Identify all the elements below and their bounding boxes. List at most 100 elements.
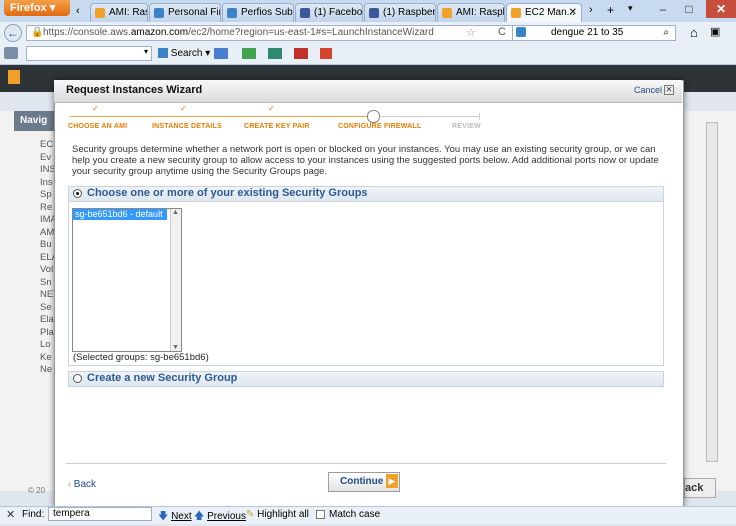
chevron-left-icon: ‹ [68,479,71,489]
highlighter-icon: ✎ [246,509,255,520]
search-engine-icon [158,48,168,59]
toolbar-addon-green-icon[interactable] [242,48,256,59]
tab-ami-raspb-2[interactable]: AMI: Raspb... [437,3,505,22]
bookmark-star-icon[interactable]: ☆ [466,26,476,39]
security-group-listbox[interactable] [72,208,182,352]
arrow-right-icon[interactable]: ▶ [386,474,398,488]
security-group-option[interactable]: sg-be651bd6 - default [73,209,167,220]
chevron-down-icon: ▾ [143,47,148,56]
toolbar-addon-red-icon[interactable] [294,48,308,59]
reload-icon[interactable]: C [498,26,506,38]
scroll-up-icon[interactable]: ▲ [172,209,179,216]
wizard-title: Request Instances Wizard [66,84,203,96]
back-label: Back [73,479,97,490]
find-previous-button[interactable]: 🡅 Previous [194,509,246,526]
tab-label: AMI: Raspb... [456,7,504,18]
facebook-icon [369,8,379,18]
url-bar[interactable]: 🔒 https://console.aws.amazon.com/ec2/home… [26,25,516,41]
minimize-icon[interactable]: – [650,0,676,18]
navigation-heading: Navig [14,111,56,131]
find-input[interactable]: tempera [48,507,152,521]
existing-groups-radio[interactable] [73,189,82,198]
aws-favicon-icon [95,8,105,18]
tab-label: Perfios Subs... [241,7,293,18]
site-favicon-icon [227,8,237,18]
tab-raspberry-facebook[interactable]: (1) Raspberr... [364,3,436,22]
tab-label: (1) Raspberr... [383,7,436,18]
continue-label: Continue [340,476,384,487]
firefox-menu-label: Firefox [10,2,47,14]
step-choose-ami: CHOOSE AN AMI [68,123,128,130]
close-icon[interactable]: ✕ [664,85,674,95]
magnifier-icon[interactable]: ⌕ [663,26,669,40]
arrow-up-icon: 🡅 [194,511,205,522]
aws-favicon-icon [511,8,521,18]
match-case-label[interactable]: Match case [329,509,380,520]
new-group-label[interactable]: Create a new Security Group [87,372,237,384]
security-groups-intro: Security groups determine whether a netw… [72,144,659,177]
search-text: dengue 21 to 35 [551,27,624,38]
arrow-down-icon: 🡇 [158,511,169,522]
back-arrow-icon[interactable]: ← [4,24,22,42]
tab-label: (1) Facebook [314,7,363,18]
cancel-button[interactable]: Cancel [634,85,662,95]
highlight-all-button[interactable]: ✎ Highlight all [246,509,309,520]
list-tabs-icon[interactable]: ▾ [628,3,633,14]
find-next-button[interactable]: 🡇 Next [158,509,192,526]
step-review: REVIEW [452,123,481,130]
tab-ec2-management[interactable]: EC2 Man... ✕ [506,3,582,22]
background-button-partial: ack [684,478,716,498]
page-footer-partial: © 20 [28,486,46,495]
scroll-down-icon[interactable]: ▼ [172,344,179,351]
toolbar-addon-teal-icon[interactable] [268,48,282,59]
home-icon[interactable]: ⌂ [690,25,698,40]
toolbar-addon-grid-icon[interactable] [320,48,332,59]
close-find-bar-icon[interactable]: ✕ [6,508,15,521]
find-label: Find: [22,509,45,520]
step-instance-details: INSTANCE DETAILS [152,123,222,130]
firefox-menu-button[interactable]: Firefox ▾ [4,0,70,16]
tab-ami-raspb[interactable]: AMI: Raspb... [90,3,148,22]
tab-perfios[interactable]: Perfios Subs... [222,3,294,22]
search-input[interactable]: dengue 21 to 35 ⌕ [512,25,676,41]
match-case-checkbox[interactable] [316,510,325,519]
highlight-all-label: Highlight all [257,509,309,520]
step-done-check-icon: ✓ [268,104,275,113]
wizard-progress-end [479,113,480,120]
aws-logo-icon [8,70,20,84]
tabs-scroll-right-icon[interactable]: › [589,4,593,16]
url-domain: amazon.com [130,27,189,38]
toolbar-search-button[interactable]: Search ▾ [158,47,210,61]
toolbar-search-label: Search [170,48,203,59]
new-group-radio[interactable] [73,374,82,383]
step-done-check-icon: ✓ [180,104,187,113]
tab-facebook[interactable]: (1) Facebook [295,3,363,22]
menu-icon[interactable]: ▣ [710,25,720,38]
tab-label: Personal Fin... [168,7,220,18]
tab-label: EC2 Man... [525,7,576,18]
find-previous-label: Previous [207,511,246,522]
close-tab-icon[interactable]: ✕ [569,4,577,21]
toolbar-addon-blue-icon[interactable] [214,48,228,59]
lock-icon: 🔒 [31,27,44,38]
tabs-scroll-left-icon[interactable]: ‹ [76,5,80,17]
selected-groups-text: (Selected groups: sg-be651bd6) [73,352,209,363]
new-tab-icon[interactable]: + [607,3,614,17]
site-favicon-icon [154,8,164,18]
tab-personal-fin[interactable]: Personal Fin... [149,3,221,22]
wizard-progress-remaining [378,116,480,117]
step-configure-firewall: CONFIGURE FIREWALL [338,123,422,130]
listbox-scrollbar[interactable]: ▲ ▼ [170,209,181,351]
step-create-key-pair: CREATE KEY PAIR [244,123,310,130]
tab-label: AMI: Raspb... [109,7,147,18]
toolbar-search-combo[interactable]: ▾ [26,46,152,61]
window-close-icon[interactable]: ✕ [706,0,736,18]
url-prefix: https://console.aws. [43,27,131,38]
step-done-check-icon: ✓ [92,104,99,113]
back-button[interactable]: ‹ Back [68,479,96,490]
facebook-icon [300,8,310,18]
existing-groups-label[interactable]: Choose one or more of your existing Secu… [87,187,368,199]
page-scrollbar[interactable] [706,122,718,462]
addon-icon[interactable] [4,47,18,59]
maximize-icon[interactable]: □ [676,0,702,18]
